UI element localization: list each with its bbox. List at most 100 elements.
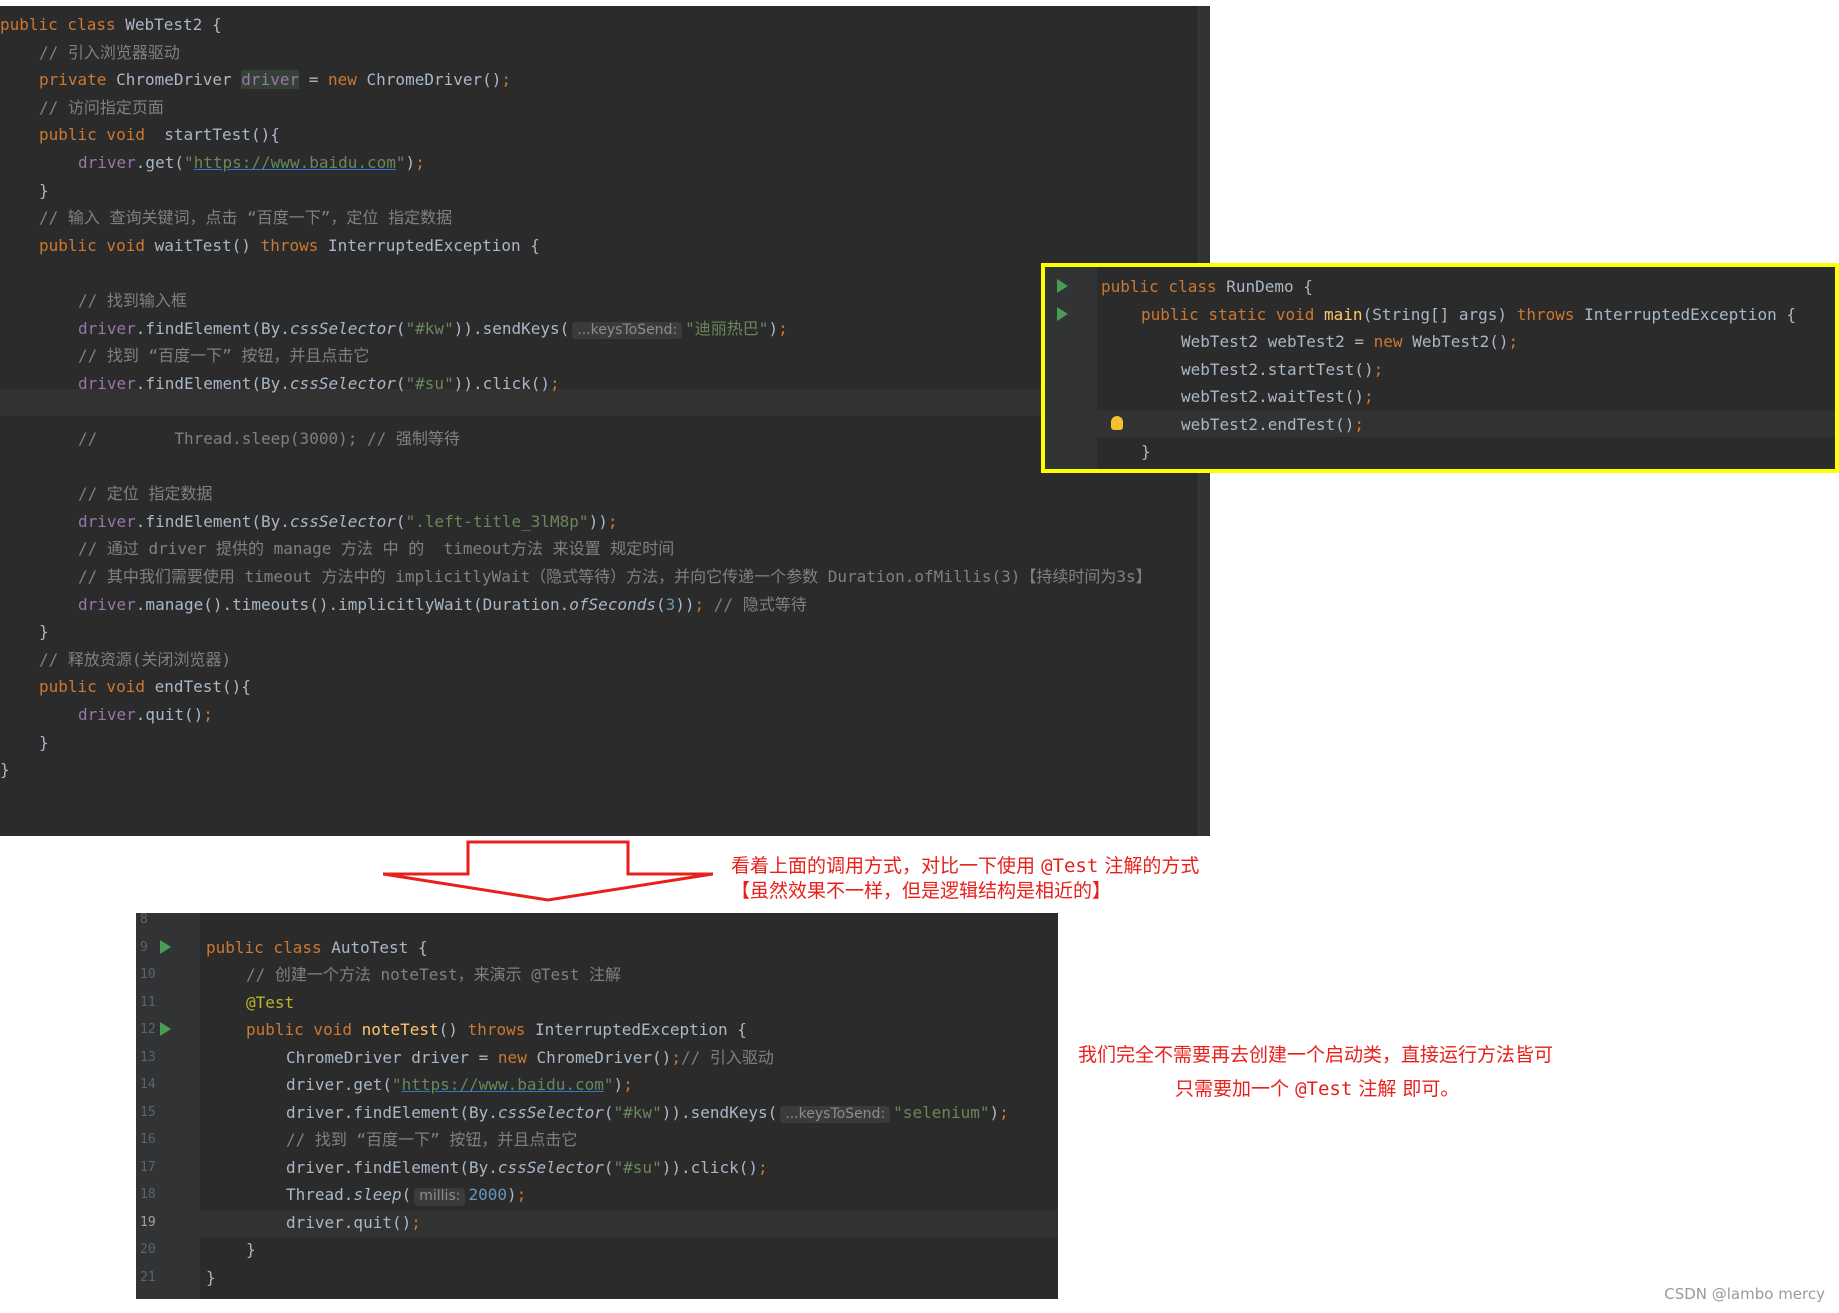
code-token: InterruptedException { [1584, 304, 1797, 324]
code-token: public static void [1141, 304, 1325, 324]
line-number: 12 [140, 1022, 156, 1037]
code-line[interactable]: } [0, 729, 1210, 757]
code-line[interactable]: public class AutoTest { [136, 934, 1058, 962]
code-token: public void [39, 677, 155, 697]
code-line[interactable]: webTest2.waitTest(); [1045, 383, 1835, 411]
code-token: ; [1354, 414, 1365, 434]
code-token: { [530, 235, 540, 255]
code-line[interactable] [0, 259, 1210, 287]
code-line[interactable]: } [136, 1236, 1058, 1264]
webtest2-editor: public class WebTest2 { // 引入浏览器驱动 private… [0, 6, 1210, 836]
code-line[interactable]: driver.findElement(By.cssSelector("#kw")… [0, 315, 1210, 343]
code-token: waitTest [154, 235, 232, 255]
code-line[interactable]: // 创建一个方法 noteTest，来演示 @Test 注解 [136, 961, 1058, 989]
code-line[interactable]: public void endTest(){ [0, 673, 1210, 701]
code-token: (String[] args) [1362, 304, 1517, 324]
code-token: // Thread.sleep(3000); // 强制等待 [78, 429, 460, 448]
arrow-note-line2: 【虽然效果不一样，但是逻辑结构是相近的】 [731, 880, 1112, 902]
code-line[interactable]: driver.get("https://www.baidu.com"); [136, 1071, 1058, 1099]
code-token: ; [203, 705, 213, 724]
code-line[interactable]: // 访问指定页面 [0, 94, 1210, 122]
code-line[interactable]: } [136, 1264, 1058, 1292]
code-token: https://www.baidu.com [193, 153, 396, 172]
run-gutter-icon[interactable] [1057, 306, 1068, 321]
code-line[interactable]: driver.quit(); [136, 1209, 1058, 1237]
code-token: ofSeconds [569, 594, 656, 614]
code-token: 3 [665, 594, 676, 614]
code-token: .get( [135, 153, 184, 172]
code-token: .findElement(By. [135, 373, 290, 393]
code-line[interactable]: } [0, 177, 1210, 205]
code-line[interactable]: public class RunDemo { [1045, 273, 1835, 301]
code-token: new [328, 70, 367, 90]
code-line[interactable]: // 引入浏览器驱动 [0, 39, 1210, 67]
code-line[interactable]: public void startTest(){ [0, 121, 1210, 149]
code-token: driver [78, 594, 136, 614]
code-token: // 引入浏览器驱动 [39, 42, 180, 62]
code-token: ; [501, 70, 512, 90]
code-token: // 通过 driver 提供的 manage 方法 中 的 timeout方法… [78, 539, 675, 559]
code-token: public class [0, 15, 126, 34]
code-token: // 访问指定页面 [39, 97, 164, 117]
code-line[interactable]: public void noteTest() throws Interrupte… [136, 1016, 1058, 1044]
code-line[interactable]: // 释放资源(关闭浏览器) [0, 646, 1210, 674]
code-line[interactable]: webTest2.startTest(); [1045, 356, 1835, 384]
code-token: public void [39, 125, 165, 145]
code-line[interactable]: driver.findElement(By.cssSelector(".left… [0, 508, 1210, 536]
code-token: driver.findElement(By. [286, 1102, 498, 1122]
code-line[interactable]: driver.quit(); [0, 701, 1210, 729]
code-line[interactable]: } [0, 618, 1210, 646]
code-token: () [438, 1020, 468, 1039]
code-token: public class [1101, 277, 1227, 296]
code-token: )) [588, 511, 608, 531]
code-line[interactable]: // 找到输入框 [0, 287, 1210, 315]
code-line[interactable]: driver.findElement(By.cssSelector("#kw")… [136, 1099, 1058, 1127]
code-token: ; [550, 373, 560, 393]
code-line[interactable]: ChromeDriver driver = new ChromeDriver()… [136, 1044, 1058, 1072]
code-line[interactable]: WebTest2 webTest2 = new WebTest2(); [1045, 328, 1835, 356]
code-line[interactable]: public class WebTest2 { [0, 11, 1210, 39]
code-token: ; [778, 318, 788, 338]
line-number: 11 [140, 994, 156, 1010]
code-line[interactable]: Thread.sleep(millis: 2000); [136, 1181, 1058, 1209]
code-token: ( [655, 594, 666, 614]
code-line[interactable] [0, 453, 1210, 481]
code-token: throws [467, 1020, 535, 1039]
code-line[interactable]: @Test [136, 989, 1058, 1017]
code-token: " [603, 1075, 614, 1094]
code-line[interactable]: // 找到 “百度一下” 按钮，并且点击它 [136, 1126, 1058, 1154]
run-gutter-icon[interactable] [160, 939, 171, 954]
code-token: // 释放资源(关闭浏览器) [39, 649, 232, 669]
code-token: } [1141, 442, 1151, 461]
code-line[interactable]: driver.findElement(By.cssSelector("#su")… [0, 370, 1210, 398]
code-line[interactable]: public static void main(String[] args) t… [1045, 301, 1835, 329]
code-token: ChromeDriver() [366, 70, 502, 90]
code-line[interactable]: // 其中我们需要使用 timeout 方法中的 implicitlyWait（… [0, 563, 1210, 591]
code-line[interactable]: driver.get("https://www.baidu.com"); [0, 149, 1210, 177]
code-line[interactable]: driver.findElement(By.cssSelector("#su")… [136, 1154, 1058, 1182]
code-line[interactable]: // 通过 driver 提供的 manage 方法 中 的 timeout方法… [0, 535, 1210, 563]
code-line[interactable]: // 找到 “百度一下” 按钮，并且点击它 [0, 342, 1210, 370]
code-line[interactable]: // 输入 查询关键词，点击 “百度一下”，定位 指定数据 [0, 204, 1210, 232]
code-line[interactable]: // 定位 指定数据 [0, 480, 1210, 508]
run-gutter-icon[interactable] [160, 1022, 171, 1036]
code-token: WebTest2 [125, 15, 212, 34]
code-line[interactable]: webTest2.endTest(); [1045, 411, 1835, 439]
code-line[interactable] [136, 913, 1058, 934]
code-line[interactable]: driver.manage().timeouts().implicitlyWai… [0, 591, 1210, 619]
code-line[interactable]: private ChromeDriver driver = new Chrome… [0, 66, 1210, 94]
code-token: )).click() [453, 373, 551, 393]
line-number: 21 [140, 1269, 156, 1285]
code-line[interactable]: } [0, 756, 1210, 784]
code-token: (){ [222, 677, 251, 697]
line-number: 20 [140, 1242, 156, 1257]
code-line[interactable]: } [1045, 438, 1835, 466]
watermark: CSDN @lambo mercy [1664, 1285, 1825, 1303]
run-gutter-icon[interactable] [1057, 279, 1068, 293]
code-token: { [1303, 277, 1313, 296]
code-line[interactable] [0, 397, 1210, 425]
lightbulb-icon[interactable] [1111, 415, 1123, 430]
code-token: { [211, 15, 222, 34]
code-line[interactable]: // Thread.sleep(3000); // 强制等待 [0, 425, 1210, 453]
code-line[interactable]: public void waitTest() throws Interrupte… [0, 232, 1210, 260]
